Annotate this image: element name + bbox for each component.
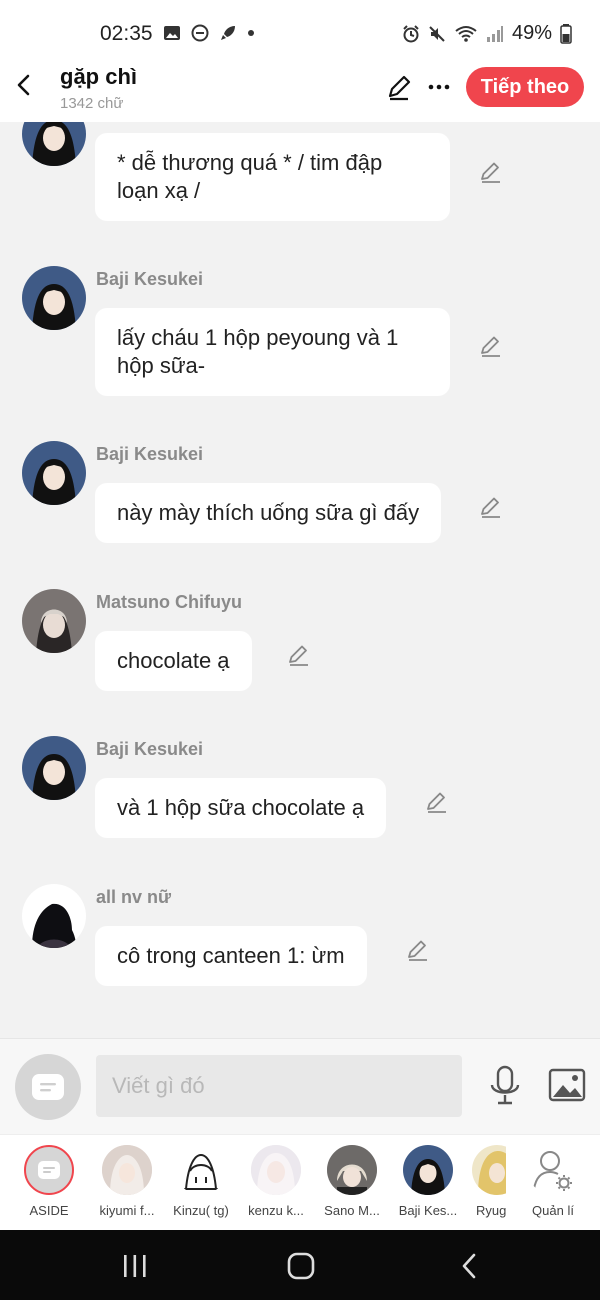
signal-icon [486, 25, 503, 42]
gallery-icon [164, 26, 180, 40]
avatar [102, 1145, 152, 1195]
character-aside[interactable]: ASIDE [16, 1145, 82, 1218]
character-label: kiyumi f... [99, 1203, 155, 1218]
message-bubble[interactable]: * dễ thương quá * / tim đập loạn xạ / [95, 133, 450, 221]
character-label: Ryug [476, 1203, 506, 1218]
message-text: * dễ thương quá * / tim đập loạn xạ / [117, 150, 383, 203]
character-label: Baji Kes... [398, 1203, 458, 1218]
avatar[interactable] [22, 441, 86, 505]
message-text: này mày thích uống sữa gì đấy [117, 500, 420, 525]
message-text: cô trong canteen 1: ừm [117, 943, 345, 968]
back-icon[interactable] [10, 70, 40, 100]
character-item[interactable]: Sano M... [319, 1145, 385, 1218]
avatar [472, 1145, 506, 1195]
character-manage[interactable]: Quản lí [520, 1145, 586, 1218]
character-strip: ASIDE kiyumi f... Kinzu( tg) kenzu k... … [0, 1134, 600, 1231]
avatar [176, 1145, 226, 1195]
message-bubble[interactable]: và 1 hộp sữa chocolate ạ [95, 778, 387, 838]
status-time: 02:35 [100, 22, 153, 45]
rocket-icon [221, 26, 235, 40]
message-bubble[interactable]: lấy cháu 1 hộp peyoung và 1 hộp sữa- [95, 308, 450, 396]
character-item[interactable]: Kinzu( tg) [168, 1145, 234, 1218]
composer-bar [0, 1038, 600, 1135]
message-text: chocolate ạ [117, 648, 230, 673]
aside-avatar [24, 1145, 74, 1195]
wifi-icon [455, 25, 477, 42]
character-item[interactable]: kenzu k... [243, 1145, 309, 1218]
avatar[interactable] [22, 266, 86, 330]
message-input[interactable] [96, 1055, 462, 1117]
aside-icon [32, 1074, 64, 1100]
chat-area[interactable]: * dễ thương quá * / tim đập loạn xạ / Ba… [0, 122, 600, 1038]
aside-button[interactable] [15, 1054, 81, 1120]
recent-apps-icon[interactable] [120, 1252, 150, 1280]
battery-percent: 49% [511, 22, 552, 44]
character-label: Sano M... [324, 1203, 380, 1218]
sender-name: Baji Kesukei [96, 444, 204, 464]
sender-name: all nv nữ [96, 887, 172, 907]
mute-icon [429, 25, 445, 42]
dnd-icon [191, 24, 209, 42]
manage-icon [533, 1151, 572, 1191]
dot-icon [248, 30, 254, 36]
pencil-icon[interactable] [405, 936, 431, 962]
pencil-icon[interactable] [478, 493, 504, 519]
sender-name: Matsuno Chifuyu [96, 592, 242, 612]
message-bubble[interactable]: chocolate ạ [95, 631, 252, 691]
avatar [251, 1145, 301, 1195]
mic-icon[interactable] [488, 1065, 522, 1105]
status-right: 49% [402, 22, 572, 45]
status-bar: 02:35 49% [0, 0, 600, 64]
avatar [403, 1145, 453, 1195]
character-item[interactable]: Ryug [472, 1145, 506, 1218]
battery-icon [560, 23, 572, 44]
edit-icon[interactable] [384, 72, 414, 102]
character-label: Kinzu( tg) [173, 1203, 229, 1218]
alarm-icon [403, 24, 419, 42]
status-left-icons [163, 24, 255, 42]
word-count: 1342 chữ [60, 95, 124, 112]
pencil-icon[interactable] [478, 332, 504, 358]
avatar[interactable] [22, 589, 86, 653]
character-label: ASIDE [29, 1203, 69, 1218]
message-text: và 1 hộp sữa chocolate ạ [117, 795, 365, 820]
message-text: lấy cháu 1 hộp peyoung và 1 hộp sữa- [117, 325, 399, 378]
character-label: Quản lí [532, 1203, 574, 1218]
manage-avatar [528, 1145, 578, 1195]
message-bubble[interactable]: cô trong canteen 1: ừm [95, 926, 367, 986]
image-icon[interactable] [548, 1067, 586, 1103]
more-icon[interactable] [424, 72, 454, 102]
sender-name: Baji Kesukei [96, 739, 204, 759]
avatar[interactable] [22, 736, 86, 800]
pencil-icon[interactable] [286, 641, 312, 667]
next-button[interactable]: Tiếp theo [466, 67, 584, 107]
avatar[interactable] [22, 884, 86, 948]
chapter-header: gặp chì 1342 chữ Tiếp theo [0, 58, 600, 122]
avatar[interactable] [22, 122, 86, 166]
character-item[interactable]: Baji Kes... [395, 1145, 461, 1218]
character-item[interactable]: kiyumi f... [94, 1145, 160, 1218]
system-nav-bar [0, 1230, 600, 1300]
chapter-title: gặp chì [60, 64, 138, 89]
aside-icon [38, 1161, 60, 1179]
message-bubble[interactable]: này mày thích uống sữa gì đấy [95, 483, 442, 543]
character-label: kenzu k... [248, 1203, 304, 1218]
avatar [327, 1145, 377, 1195]
home-icon[interactable] [286, 1252, 316, 1280]
pencil-icon[interactable] [424, 788, 450, 814]
pencil-icon[interactable] [478, 158, 504, 184]
sender-name: Baji Kesukei [96, 269, 204, 289]
back-nav-icon[interactable] [455, 1252, 485, 1280]
